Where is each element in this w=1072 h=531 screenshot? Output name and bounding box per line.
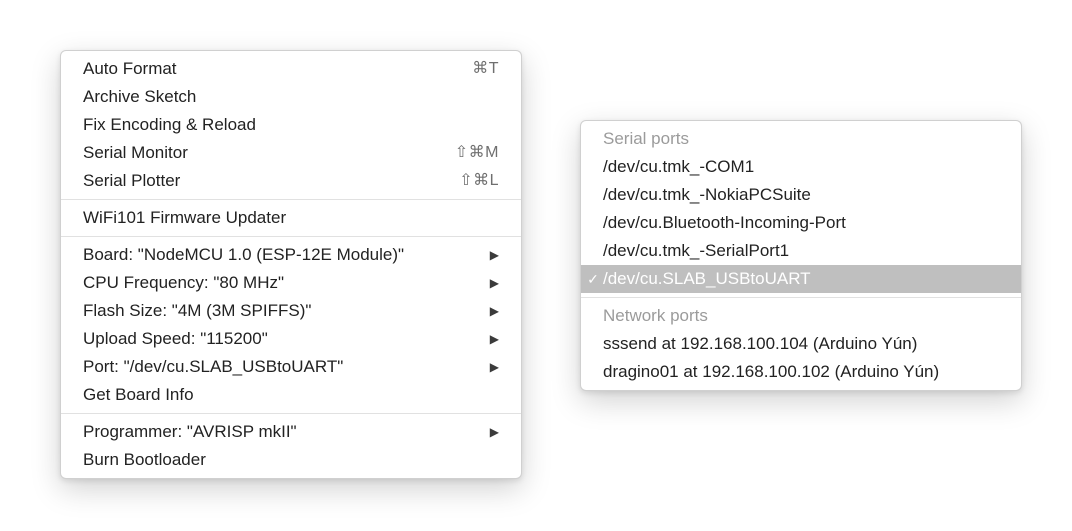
menu-item[interactable]: dragino01 at 192.168.100.102 (Arduino Yú… [581,358,1021,386]
menu-separator [61,413,521,414]
menu-separator [61,199,521,200]
submenu-arrow-icon: ▶ [478,300,499,322]
menu-item-label: Upload Speed: "115200" [83,328,478,350]
menu-item-shortcut: ⇧⌘M [443,142,499,164]
menu-item[interactable]: WiFi101 Firmware Updater [61,204,521,232]
menu-item[interactable]: /dev/cu.tmk_-SerialPort1 [581,237,1021,265]
menu-item-label: Flash Size: "4M (3M SPIFFS)" [83,300,478,322]
menu-item-label: sssend at 192.168.100.104 (Arduino Yún) [603,333,999,355]
menu-item[interactable]: Flash Size: "4M (3M SPIFFS)"▶ [61,297,521,325]
menu-item[interactable]: ✓/dev/cu.SLAB_USBtoUART [581,265,1021,293]
menu-item[interactable]: /dev/cu.tmk_-NokiaPCSuite [581,181,1021,209]
menu-separator [61,236,521,237]
menu-item[interactable]: Auto Format⌘T [61,55,521,83]
menu-item[interactable]: /dev/cu.tmk_-COM1 [581,153,1021,181]
menu-item-label: Archive Sketch [83,86,499,108]
menu-item[interactable]: Upload Speed: "115200"▶ [61,325,521,353]
checkmark-icon: ✓ [585,268,601,290]
menu-item-label: /dev/cu.tmk_-COM1 [603,156,999,178]
menu-item-label: Fix Encoding & Reload [83,114,499,136]
menu-separator [581,297,1021,298]
submenu-arrow-icon: ▶ [478,421,499,443]
submenu-arrow-icon: ▶ [478,244,499,266]
menu-item-label: Auto Format [83,58,460,80]
submenu-arrow-icon: ▶ [478,272,499,294]
menu-item-label: dragino01 at 192.168.100.102 (Arduino Yú… [603,361,999,383]
menu-item[interactable]: Serial Plotter⇧⌘L [61,167,521,195]
menu-item-label: WiFi101 Firmware Updater [83,207,499,229]
menu-item[interactable]: /dev/cu.Bluetooth-Incoming-Port [581,209,1021,237]
menu-item-label: /dev/cu.tmk_-NokiaPCSuite [603,184,999,206]
menu-item-label: Port: "/dev/cu.SLAB_USBtoUART" [83,356,478,378]
menu-section-header-label: Serial ports [603,128,999,150]
menu-item[interactable]: Serial Monitor⇧⌘M [61,139,521,167]
menu-item[interactable]: Board: "NodeMCU 1.0 (ESP-12E Module)"▶ [61,241,521,269]
menu-item-label: Get Board Info [83,384,499,406]
menu-item[interactable]: Port: "/dev/cu.SLAB_USBtoUART"▶ [61,353,521,381]
menu-section-header-label: Network ports [603,305,999,327]
menu-item-shortcut: ⇧⌘L [447,170,499,192]
menu-item-label: /dev/cu.SLAB_USBtoUART [603,268,999,290]
submenu-arrow-icon: ▶ [478,328,499,350]
menu-item[interactable]: Burn Bootloader [61,446,521,474]
menu-item[interactable]: Programmer: "AVRISP mkII"▶ [61,418,521,446]
menu-item-label: Serial Monitor [83,142,443,164]
submenu-arrow-icon: ▶ [478,356,499,378]
menu-item-label: Burn Bootloader [83,449,499,471]
menu-item-label: Serial Plotter [83,170,447,192]
menu-section-header: Network ports [581,302,1021,330]
menu-item-label: Board: "NodeMCU 1.0 (ESP-12E Module)" [83,244,478,266]
menu-item[interactable]: Fix Encoding & Reload [61,111,521,139]
menu-item-label: CPU Frequency: "80 MHz" [83,272,478,294]
menu-item-label: Programmer: "AVRISP mkII" [83,421,478,443]
menu-item[interactable]: CPU Frequency: "80 MHz"▶ [61,269,521,297]
port-submenu[interactable]: Serial ports/dev/cu.tmk_-COM1/dev/cu.tmk… [580,120,1022,391]
menu-item-label: /dev/cu.Bluetooth-Incoming-Port [603,212,999,234]
menu-item[interactable]: sssend at 192.168.100.104 (Arduino Yún) [581,330,1021,358]
menu-item[interactable]: Get Board Info [61,381,521,409]
tools-menu[interactable]: Auto Format⌘T Archive Sketch Fix Encoding … [60,50,522,479]
menu-item-label: /dev/cu.tmk_-SerialPort1 [603,240,999,262]
menu-section-header: Serial ports [581,125,1021,153]
menu-item-shortcut: ⌘T [460,58,499,80]
menu-item[interactable]: Archive Sketch [61,83,521,111]
